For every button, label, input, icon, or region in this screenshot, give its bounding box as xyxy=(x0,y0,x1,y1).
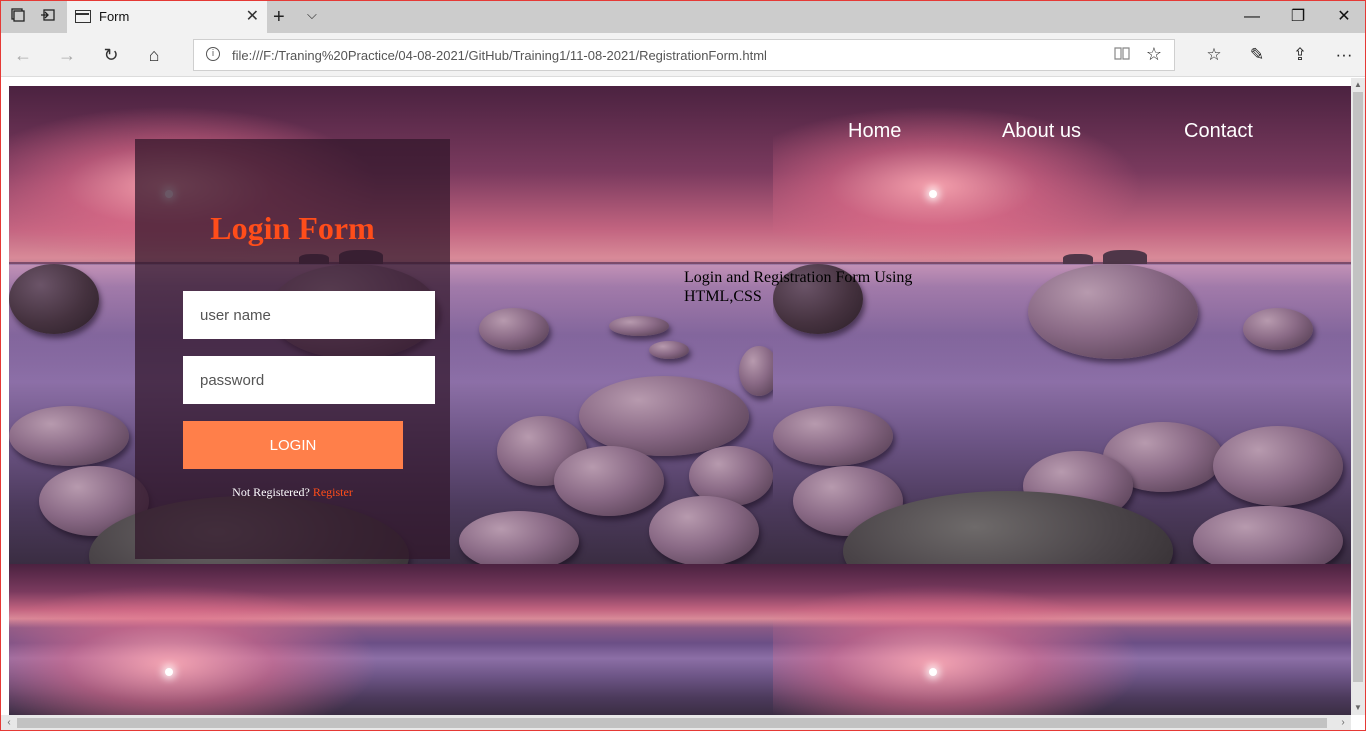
page-body: Home About us Contact Login and Registra… xyxy=(9,86,1351,716)
browser-window: Form ✕ + ⌵ — ❐ ✕ ← → ↻ ⌂ i file:///F:/Tr… xyxy=(0,0,1366,731)
close-tab-icon[interactable]: ✕ xyxy=(246,7,259,27)
register-prompt: Not Registered? Register xyxy=(135,485,450,500)
title-bar: Form ✕ + ⌵ — ❐ ✕ xyxy=(1,1,1365,33)
favorite-star-icon[interactable]: ☆ xyxy=(1146,44,1162,65)
scroll-up-icon[interactable]: ▲ xyxy=(1351,78,1365,92)
horizontal-scroll-thumb[interactable] xyxy=(17,718,1327,728)
set-aside-tabs-icon[interactable] xyxy=(37,7,59,27)
page-caption: Login and Registration Form Using HTML,C… xyxy=(684,269,913,305)
url-text[interactable]: file:///F:/Traning%20Practice/04-08-2021… xyxy=(232,48,767,63)
register-link[interactable]: Register xyxy=(313,485,353,499)
background-image-tile-bottom xyxy=(9,564,773,716)
scroll-down-icon[interactable]: ▼ xyxy=(1351,701,1365,715)
address-toolbar: ← → ↻ ⌂ i file:///F:/Traning%20Practice/… xyxy=(1,33,1365,77)
background-image-tile-bottom-right xyxy=(773,564,1351,716)
new-tab-icon[interactable]: + xyxy=(273,5,285,29)
login-button[interactable]: LOGIN xyxy=(183,421,403,469)
share-icon[interactable]: ⇪ xyxy=(1286,43,1314,67)
login-title: Login Form xyxy=(210,210,375,246)
more-icon[interactable]: ··· xyxy=(1330,43,1358,67)
refresh-icon[interactable]: ↻ xyxy=(99,43,123,67)
tab-title: Form xyxy=(99,9,130,24)
forward-icon[interactable]: → xyxy=(55,43,79,67)
nav-link-about[interactable]: About us xyxy=(1002,120,1081,143)
page-icon xyxy=(75,10,91,23)
username-input[interactable] xyxy=(183,291,435,339)
address-bar[interactable]: i file:///F:/Traning%20Practice/04-08-20… xyxy=(193,39,1175,71)
nav-link-home[interactable]: Home xyxy=(848,120,901,143)
scroll-right-icon[interactable]: › xyxy=(1335,715,1351,730)
close-window-icon[interactable]: ✕ xyxy=(1321,5,1365,29)
page-viewport: Home About us Contact Login and Registra… xyxy=(1,78,1365,730)
back-icon[interactable]: ← xyxy=(11,43,35,67)
vertical-scrollbar[interactable]: ▲ ▼ xyxy=(1351,78,1365,715)
login-panel: Login Form LOGIN Not Registered? Registe… xyxy=(135,139,450,559)
horizontal-scrollbar[interactable]: ‹ › xyxy=(1,715,1351,730)
tab-actions-icon[interactable] xyxy=(7,7,29,27)
tab-active[interactable]: Form ✕ xyxy=(67,1,267,33)
nav-link-contact[interactable]: Contact xyxy=(1184,120,1253,143)
background-image-tile xyxy=(773,86,1351,564)
reading-view-icon[interactable] xyxy=(1114,46,1130,64)
scroll-left-icon[interactable]: ‹ xyxy=(1,715,17,730)
not-registered-text: Not Registered? xyxy=(232,485,310,499)
vertical-scroll-thumb[interactable] xyxy=(1353,92,1363,682)
favorites-hub-icon[interactable]: ☆ xyxy=(1200,43,1228,67)
tab-menu-icon[interactable]: ⌵ xyxy=(307,7,317,23)
home-icon[interactable]: ⌂ xyxy=(142,43,166,67)
info-icon[interactable]: i xyxy=(206,47,220,61)
notes-pen-icon[interactable]: ✎ xyxy=(1243,43,1271,67)
minimize-icon[interactable]: — xyxy=(1229,5,1275,29)
password-input[interactable] xyxy=(183,356,435,404)
maximize-icon[interactable]: ❐ xyxy=(1275,5,1321,29)
